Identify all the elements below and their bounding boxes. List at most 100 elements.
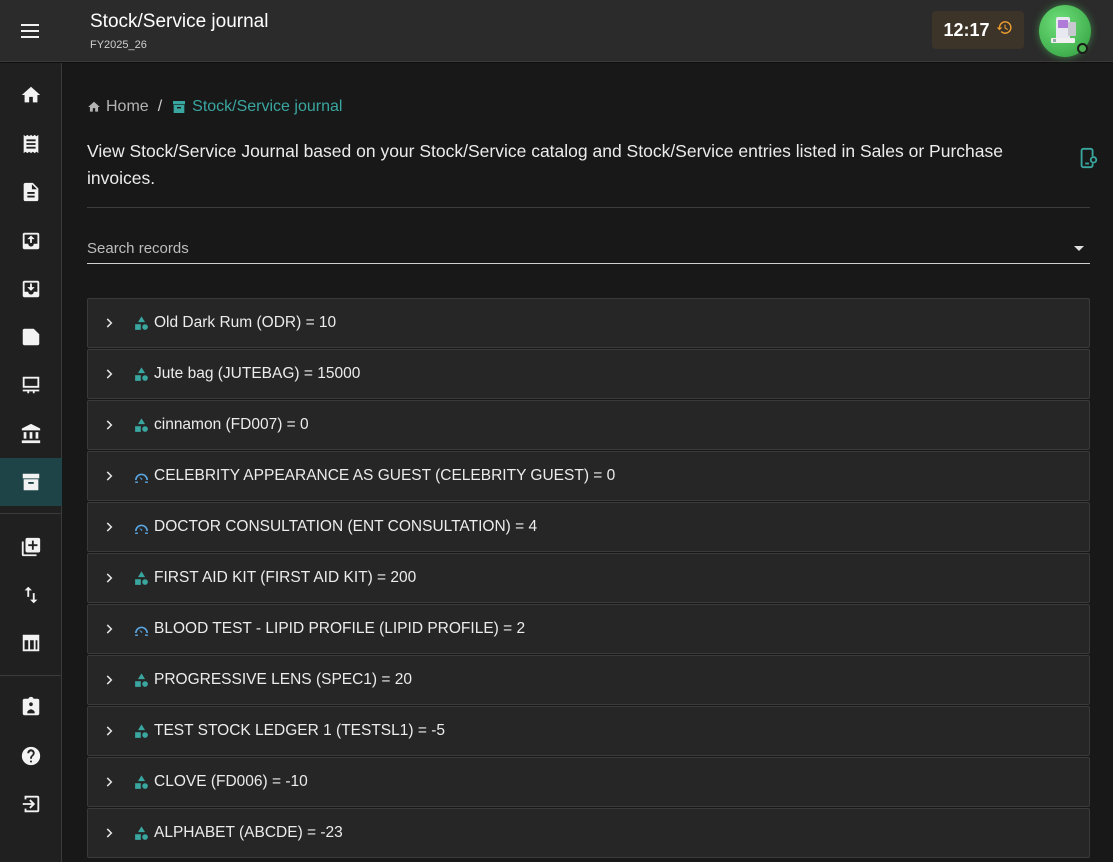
breadcrumb-current-label: Stock/Service journal <box>192 98 343 115</box>
record-row[interactable]: CLOVE (FD006) = -10 <box>87 757 1090 807</box>
nav-pos[interactable] <box>0 361 62 409</box>
record-label: TEST STOCK LEDGER 1 (TESTSL1) = -5 <box>154 722 445 739</box>
chevron-right-icon[interactable] <box>88 316 130 330</box>
sidebar-divider <box>0 675 62 676</box>
archive-icon <box>22 473 40 491</box>
stock-item-icon <box>130 417 152 434</box>
home-icon <box>21 86 41 103</box>
receipt-icon <box>23 134 39 154</box>
document-icon <box>23 182 39 202</box>
record-label: CELEBRITY APPEARANCE AS GUEST (CELEBRITY… <box>154 467 616 484</box>
logout-icon <box>22 795 40 813</box>
chevron-right-icon[interactable] <box>88 418 130 432</box>
home-icon <box>88 101 100 112</box>
sidebar-divider <box>0 513 62 514</box>
record-row[interactable]: FIRST AID KIT (FIRST AID KIT) = 200 <box>87 553 1090 603</box>
assignment-ind-icon <box>22 696 40 716</box>
user-avatar[interactable] <box>1039 5 1091 57</box>
table-icon <box>22 634 40 652</box>
nav-bank[interactable] <box>0 410 62 458</box>
inbox-out-icon <box>22 280 40 298</box>
record-label: Jute bag (JUTEBAG) = 15000 <box>154 365 361 382</box>
record-label: FIRST AID KIT (FIRST AID KIT) = 200 <box>154 569 417 586</box>
nav-logout[interactable] <box>0 780 62 828</box>
stock-item-icon <box>130 723 152 740</box>
breadcrumb-home-label: Home <box>106 98 149 115</box>
fiscal-year-label: FY2025_26 <box>90 39 147 51</box>
archive-icon <box>173 101 186 113</box>
dropdown-arrow-icon[interactable] <box>1074 246 1084 251</box>
stock-item-icon <box>130 315 152 332</box>
menu-icon[interactable] <box>18 19 42 43</box>
breadcrumb-current: Stock/Service journal <box>171 98 342 116</box>
stock-item-icon <box>130 366 152 383</box>
record-row[interactable]: BLOOD TEST - LIPID PROFILE (LIPID PROFIL… <box>87 604 1090 654</box>
chevron-right-icon[interactable] <box>88 775 130 789</box>
nav-help[interactable] <box>0 732 62 780</box>
breadcrumb-separator: / <box>157 98 163 115</box>
search-input[interactable]: Search records <box>87 231 1090 264</box>
record-row[interactable]: Jute bag (JUTEBAG) = 15000 <box>87 349 1090 399</box>
pos-icon <box>22 376 40 394</box>
record-label: Old Dark Rum (ODR) = 10 <box>154 314 337 331</box>
record-row[interactable]: cinnamon (FD007) = 0 <box>87 400 1090 450</box>
page-description: View Stock/Service Journal based on your… <box>87 141 1003 188</box>
nav-documents[interactable] <box>0 168 62 216</box>
record-label: CLOVE (FD006) = -10 <box>154 773 308 790</box>
stock-item-icon <box>130 570 152 587</box>
nav-transfers[interactable] <box>0 571 62 619</box>
nav-contacts[interactable] <box>0 683 62 731</box>
breadcrumb: Home / Stock/Service journal <box>87 98 342 116</box>
nav-sales[interactable] <box>0 217 62 265</box>
swap-vertical-icon <box>24 586 38 604</box>
clock-chip[interactable]: 12:17 <box>932 11 1024 49</box>
record-label: PROGRESSIVE LENS (SPEC1) = 20 <box>154 671 412 688</box>
breadcrumb-home[interactable]: Home <box>87 98 149 116</box>
nav-receipts[interactable] <box>0 120 62 168</box>
help-icon <box>21 746 41 766</box>
phone-settings-icon <box>1080 147 1098 169</box>
nav-stock-journal[interactable] <box>0 458 62 506</box>
record-row[interactable]: TEST STOCK LEDGER 1 (TESTSL1) = -5 <box>87 706 1090 756</box>
chevron-right-icon[interactable] <box>88 724 130 738</box>
clock-time: 12:17 <box>943 19 990 40</box>
chevron-right-icon[interactable] <box>88 520 130 534</box>
nav-purchases[interactable] <box>0 265 62 313</box>
history-icon <box>996 19 1013 41</box>
page-title: Stock/Service journal <box>90 11 269 32</box>
nav-add-entry[interactable] <box>0 523 62 571</box>
export-button[interactable] <box>1063 133 1113 183</box>
main-content: Home / Stock/Service journal View Stock/… <box>63 63 1113 862</box>
chevron-right-icon[interactable] <box>88 673 130 687</box>
service-icon <box>130 468 152 485</box>
chevron-right-icon[interactable] <box>88 826 130 840</box>
record-row[interactable]: CELEBRITY APPEARANCE AS GUEST (CELEBRITY… <box>87 451 1090 501</box>
online-status-dot <box>1077 43 1088 54</box>
record-row[interactable]: Old Dark Rum (ODR) = 10 <box>87 298 1090 348</box>
bank-icon <box>21 423 41 444</box>
stock-item-icon <box>130 774 152 791</box>
stock-item-icon <box>130 825 152 842</box>
nav-labels[interactable] <box>0 313 62 361</box>
chevron-right-icon[interactable] <box>88 367 130 381</box>
records-list: Old Dark Rum (ODR) = 10 Jute bag (JUTEBAG… <box>87 298 1090 859</box>
nav-table[interactable] <box>0 619 62 667</box>
record-label: cinnamon (FD007) = 0 <box>154 416 309 433</box>
chevron-right-icon[interactable] <box>88 622 130 636</box>
sidebar <box>0 63 62 862</box>
label-icon <box>22 328 40 346</box>
record-label: DOCTOR CONSULTATION (ENT CONSULTATION) =… <box>154 518 538 535</box>
record-row[interactable]: ALPHABET (ABCDE) = -23 <box>87 808 1090 858</box>
inbox-in-icon <box>22 232 40 250</box>
add-library-icon <box>21 537 41 557</box>
record-row[interactable]: PROGRESSIVE LENS (SPEC1) = 20 <box>87 655 1090 705</box>
stock-item-icon <box>130 672 152 689</box>
record-label: BLOOD TEST - LIPID PROFILE (LIPID PROFIL… <box>154 620 526 637</box>
nav-home[interactable] <box>0 71 62 119</box>
service-icon <box>130 519 152 536</box>
chevron-right-icon[interactable] <box>88 571 130 585</box>
top-app-bar: Stock/Service journal FY2025_26 12:17 <box>0 0 1113 62</box>
record-row[interactable]: DOCTOR CONSULTATION (ENT CONSULTATION) =… <box>87 502 1090 552</box>
service-icon <box>130 621 152 638</box>
chevron-right-icon[interactable] <box>88 469 130 483</box>
